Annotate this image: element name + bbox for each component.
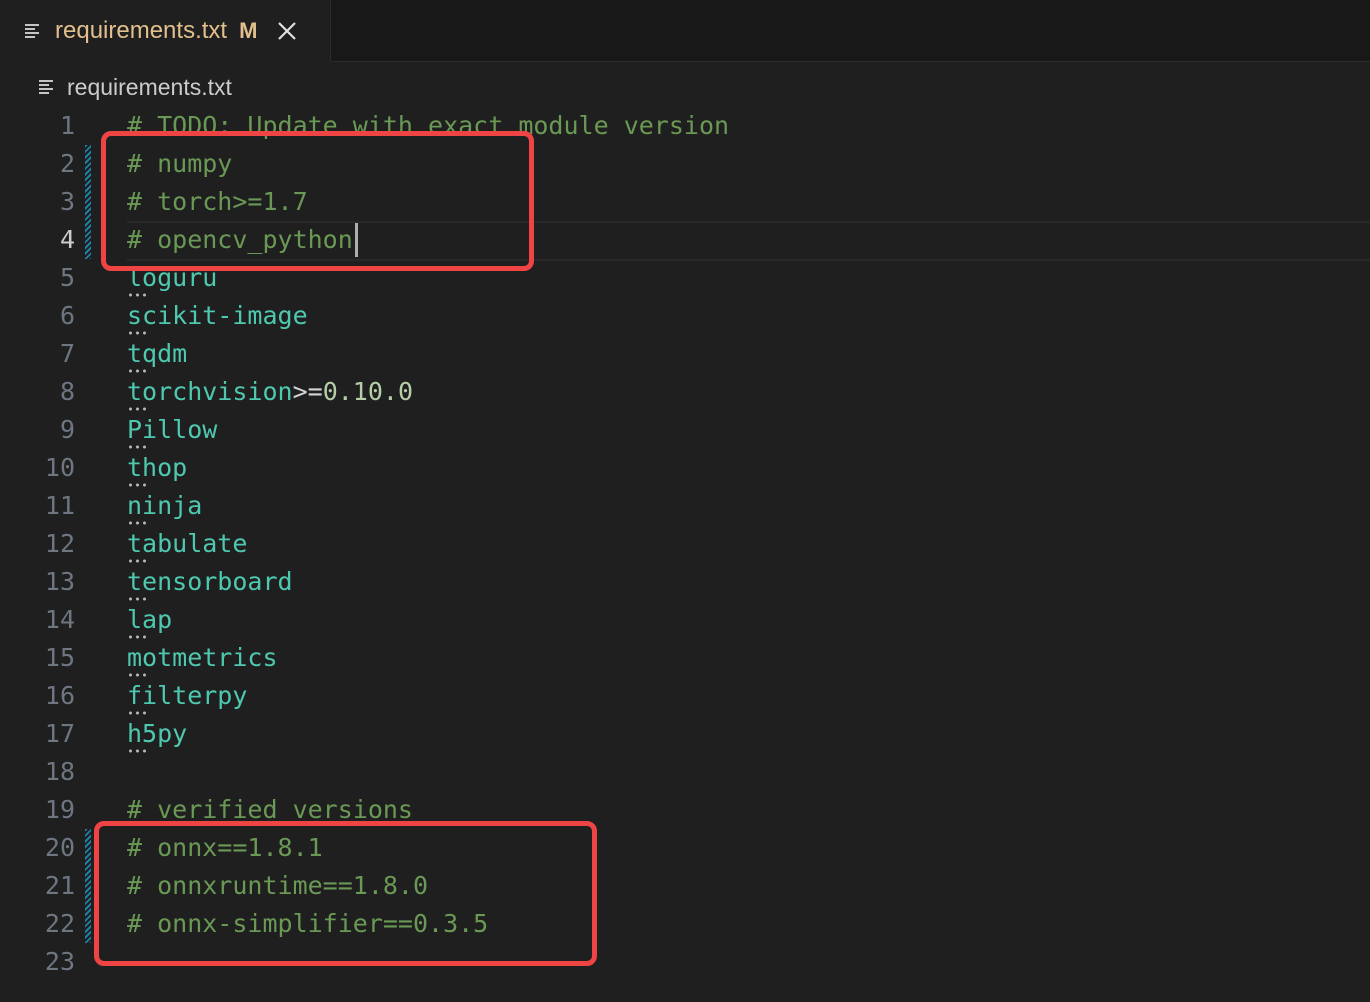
list-lines-icon [25, 24, 39, 38]
line-number: 16 [44, 681, 75, 710]
line-number: 15 [44, 643, 75, 672]
package-name: tensorboard [127, 567, 293, 596]
line-number: 7 [59, 339, 75, 368]
package-line: thop [127, 449, 187, 487]
package-line: torchvision>=0.10.0 [127, 373, 413, 411]
modified-badge: M [239, 18, 258, 43]
package-name: ninja [127, 491, 203, 520]
line-number: 13 [44, 567, 75, 596]
line-number: 22 [44, 909, 75, 938]
code-line[interactable]: 11 ninja [0, 487, 1370, 525]
code-line[interactable]: 14 lap [0, 601, 1370, 639]
line-number: 20 [44, 833, 75, 862]
package-name: tqdm [127, 339, 188, 368]
line-number: 1 [59, 111, 75, 140]
code-line[interactable]: 6 scikit-image [0, 297, 1370, 335]
package-line: tabulate [127, 525, 247, 563]
code-line[interactable]: 17 h5py [0, 715, 1370, 753]
breadcrumb-filename: requirements.txt [67, 73, 232, 100]
package-line: motmetrics [127, 639, 278, 677]
line-number: 18 [44, 757, 75, 786]
package-name: thop [127, 453, 188, 482]
package-name: Pillow [127, 415, 218, 444]
line-number: 4 [59, 225, 75, 254]
tab-close-button[interactable] [275, 19, 299, 43]
package-line: Pillow [127, 411, 217, 449]
code-line[interactable]: 9 Pillow [0, 411, 1370, 449]
line-number: 17 [44, 719, 75, 748]
tab-bar: requirements.txt M [0, 0, 1370, 62]
package-line: h5py [127, 715, 187, 753]
code-line[interactable]: 8 torchvision>=0.10.0 [0, 373, 1370, 411]
package-name: tabulate [127, 529, 248, 558]
line-number: 6 [59, 301, 75, 330]
package-name: torchvision [127, 377, 293, 406]
line-number: 12 [44, 529, 75, 558]
code-line[interactable]: 13 tensorboard [0, 563, 1370, 601]
version-number: 0.10.0 [322, 377, 413, 406]
code-line[interactable]: 10 thop [0, 449, 1370, 487]
line-number: 21 [44, 871, 75, 900]
line-number: 11 [44, 491, 75, 520]
line-number: 14 [44, 605, 75, 634]
code-line[interactable]: 16 filterpy [0, 677, 1370, 715]
line-number: 19 [44, 795, 75, 824]
package-line: ninja [127, 487, 202, 525]
code-line[interactable]: 7 tqdm [0, 335, 1370, 373]
package-line: tqdm [127, 335, 187, 373]
code-line[interactable]: 18 [0, 753, 1370, 791]
line-number: 10 [44, 453, 75, 482]
line-number: 8 [59, 377, 75, 406]
version-operator: >= [292, 377, 323, 406]
tab-requirements-txt[interactable]: requirements.txt M [0, 0, 331, 62]
code-line[interactable]: 12 tabulate [0, 525, 1370, 563]
code-line[interactable]: 15 motmetrics [0, 639, 1370, 677]
line-number: 9 [59, 415, 75, 444]
package-name: h5py [127, 719, 188, 748]
annotation-box [101, 131, 534, 271]
close-icon [278, 22, 297, 40]
package-name: filterpy [127, 681, 248, 710]
line-number: 3 [59, 187, 75, 216]
package-line: tensorboard [127, 563, 293, 601]
breadcrumb[interactable]: requirements.txt [38, 70, 232, 104]
line-number: 2 [59, 149, 75, 178]
line-number: 23 [44, 947, 75, 976]
package-line: filterpy [127, 677, 247, 715]
package-line: lap [127, 601, 172, 639]
package-line: scikit-image [127, 297, 308, 335]
line-number: 5 [59, 263, 75, 292]
package-name: scikit-image [127, 301, 308, 330]
annotation-box [94, 821, 597, 966]
list-lines-icon [39, 80, 53, 94]
tab-filename: requirements.txt [55, 17, 228, 44]
package-name: lap [127, 605, 173, 634]
package-name: motmetrics [127, 643, 278, 672]
